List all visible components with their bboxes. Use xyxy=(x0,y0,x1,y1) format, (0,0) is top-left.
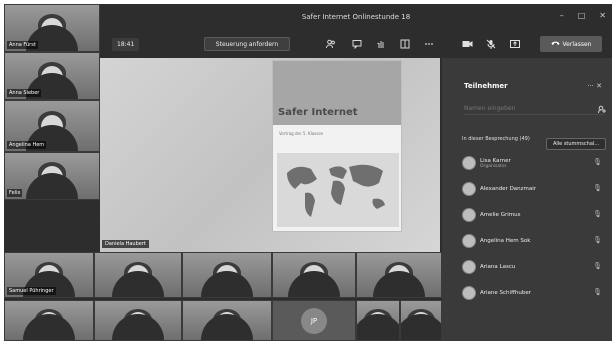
mic-muted-icon: 🎙 xyxy=(593,210,602,218)
tile-name: Anna Sieber xyxy=(7,89,42,97)
participant-name: Alexander Danzmair xyxy=(480,186,537,192)
video-tile[interactable] xyxy=(400,300,442,341)
meeting-section-label[interactable]: In dieser Besprechung (49) xyxy=(462,136,532,143)
video-tile[interactable] xyxy=(356,252,442,298)
mic-muted-icon: 🎙 xyxy=(593,288,602,296)
video-tile[interactable]: Felix xyxy=(4,152,100,200)
chat-icon[interactable] xyxy=(352,39,362,52)
tile-name: Angelina Hem xyxy=(7,141,47,149)
video-tile[interactable] xyxy=(94,300,182,341)
add-participant-icon[interactable] xyxy=(598,105,606,115)
panel-title: Teilnehmer xyxy=(464,82,508,90)
world-map-image xyxy=(277,153,399,227)
participant-role: Organisator xyxy=(480,163,507,169)
participant-row[interactable]: Alexander Danzmair 🎙 xyxy=(462,178,610,200)
video-tile[interactable]: Angelina Hem xyxy=(4,100,100,152)
teams-meeting-window: Anna Fürst Anna Sieber Angelina Hem Feli… xyxy=(4,4,612,341)
meeting-toolbar: 18:41 Steuerung anfordern Verlassen xyxy=(100,32,612,58)
mic-muted-icon: 🎙 xyxy=(593,158,602,166)
video-tile[interactable] xyxy=(94,252,182,298)
shared-screen[interactable]: Safer Internet Vortrag der 5. Klassen Da… xyxy=(100,58,440,252)
avatar xyxy=(462,234,476,248)
people-icon[interactable] xyxy=(326,39,336,52)
participant-search-input[interactable] xyxy=(464,103,604,115)
leave-label: Verlassen xyxy=(562,40,592,48)
participant-name: Angelina Hem Sok xyxy=(480,238,531,244)
mic-muted-icon: 🎙 xyxy=(593,184,602,192)
camera-icon[interactable] xyxy=(462,39,473,52)
participant-name: Ariane Schiffhuber xyxy=(480,290,531,296)
video-tile[interactable]: Anna Fürst xyxy=(4,4,100,52)
title-bar: Safer Internet Onlinestunde 18 – □ ✕ xyxy=(100,4,612,30)
participant-row[interactable]: Amelie Grimus 🎙 xyxy=(462,204,610,226)
hand-icon[interactable] xyxy=(376,39,386,52)
meeting-title: Safer Internet Onlinestunde 18 xyxy=(301,13,411,21)
close-icon[interactable]: ✕ xyxy=(599,11,606,20)
leave-button[interactable]: Verlassen xyxy=(540,36,602,52)
meeting-timer: 18:41 xyxy=(112,38,140,51)
tile-name: Felix xyxy=(7,189,23,197)
video-tile[interactable] xyxy=(272,252,356,298)
avatar xyxy=(462,182,476,196)
maximize-icon[interactable]: □ xyxy=(578,11,586,20)
video-tile[interactable]: JP xyxy=(272,300,356,341)
tile-name: Anna Fürst xyxy=(7,41,38,49)
video-tile[interactable] xyxy=(182,252,272,298)
participant-video-grid: Samuel Pühringer JP xyxy=(4,252,442,341)
slide-title: Safer Internet xyxy=(278,107,358,118)
participant-name: Ariana Lascu xyxy=(480,264,516,270)
participant-name: Amelie Grimus xyxy=(480,212,521,218)
participant-video-column: Anna Fürst Anna Sieber Angelina Hem Feli… xyxy=(4,4,100,252)
mute-all-button[interactable]: Alle stummschal... xyxy=(546,138,606,150)
participants-panel: Teilnehmer ··· ✕ In dieser Besprechung (… xyxy=(442,58,612,341)
avatar: JP xyxy=(301,307,327,334)
participant-row[interactable]: Ariane Schiffhuber 🎙 xyxy=(462,282,610,304)
breakout-icon[interactable] xyxy=(400,39,410,52)
tile-name: Samuel Pühringer xyxy=(7,287,56,295)
more-icon[interactable] xyxy=(424,39,434,52)
avatar xyxy=(462,156,476,170)
mic-muted-icon: 🎙 xyxy=(593,236,602,244)
video-tile[interactable]: Anna Sieber xyxy=(4,52,100,100)
video-tile[interactable] xyxy=(182,300,272,341)
avatar xyxy=(462,286,476,300)
mic-muted-icon[interactable] xyxy=(486,39,496,52)
minimize-icon[interactable]: – xyxy=(560,11,564,20)
video-tile[interactable]: Samuel Pühringer xyxy=(4,252,94,298)
participant-row[interactable]: Ariana Lascu 🎙 xyxy=(462,256,610,278)
panel-close-icon[interactable]: ··· ✕ xyxy=(587,82,602,90)
phone-icon xyxy=(551,40,560,48)
video-tile[interactable] xyxy=(4,300,94,341)
participant-row[interactable]: Angelina Hem Sok 🎙 xyxy=(462,230,610,252)
request-control-button[interactable]: Steuerung anfordern xyxy=(204,37,290,51)
window-controls: – □ ✕ xyxy=(560,11,606,20)
avatar xyxy=(462,260,476,274)
participant-row[interactable]: Lisa Karner Organisator 🎙 xyxy=(462,152,610,174)
slide-subtitle: Vortrag der 5. Klassen xyxy=(279,131,324,136)
presentation-slide: Safer Internet Vortrag der 5. Klassen xyxy=(272,60,402,232)
share-tray-icon[interactable] xyxy=(510,39,520,52)
avatar xyxy=(462,208,476,222)
video-tile[interactable] xyxy=(356,300,400,341)
mic-muted-icon: 🎙 xyxy=(593,262,602,270)
presenter-name-tag: Daniela Haubert xyxy=(102,240,149,248)
